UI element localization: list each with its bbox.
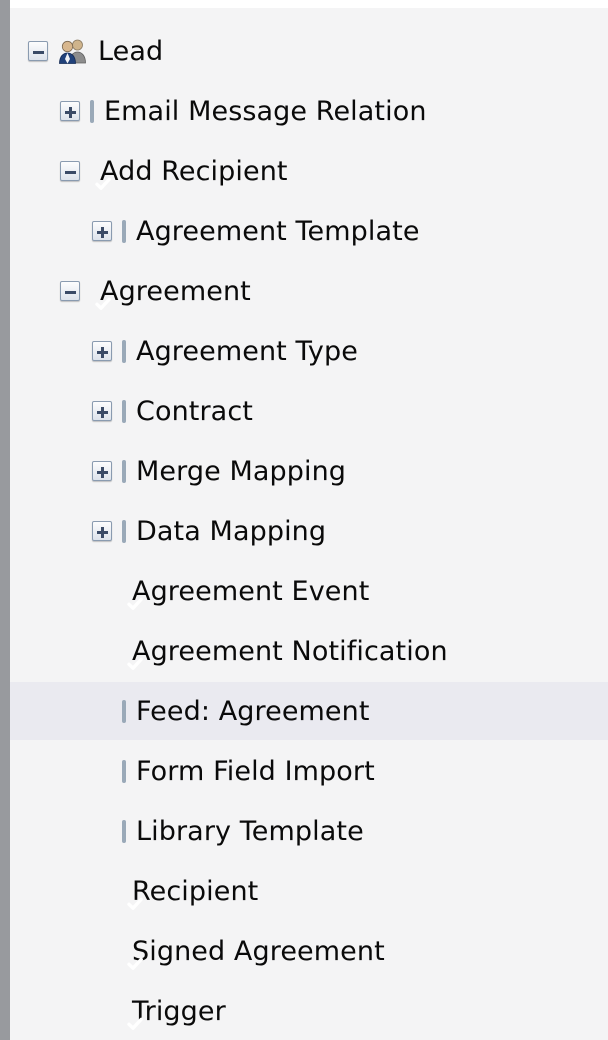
tree-node-label: Agreement Event	[132, 575, 370, 607]
tree-node-label: Email Message Relation	[104, 95, 427, 127]
users-icon-glyph	[58, 38, 88, 64]
grid-icon	[122, 219, 126, 243]
expand-node-icon[interactable]	[92, 461, 112, 481]
grid-icon	[122, 399, 126, 423]
tree-node-label: Feed: Agreement	[136, 695, 370, 727]
collapse-node-icon[interactable]	[60, 161, 80, 181]
tree-node-label: Add Recipient	[100, 155, 288, 187]
tree-node-label: Signed Agreement	[132, 935, 385, 967]
tree-node[interactable]: Form Field Import	[10, 742, 608, 800]
grid-icon	[122, 339, 126, 363]
tree-node[interactable]: Agreement Notification	[10, 622, 608, 680]
grid-icon-glyph	[122, 339, 126, 363]
tree-node[interactable]: Agreement Template	[10, 202, 608, 260]
grid-icon	[122, 819, 126, 843]
tree-node-label: Lead	[98, 35, 164, 67]
tree-node[interactable]: Trigger	[10, 982, 608, 1040]
grid-icon-glyph	[122, 519, 126, 543]
grid-icon-glyph	[122, 219, 126, 243]
tree-node-label: Form Field Import	[136, 755, 375, 787]
collapse-node-icon[interactable]	[28, 41, 48, 61]
tree-node-label: Library Template	[136, 815, 364, 847]
tree-node[interactable]: Lead	[10, 22, 608, 80]
expand-node-icon[interactable]	[92, 221, 112, 241]
tree-node-label: Merge Mapping	[136, 455, 347, 487]
tree-node-label: Agreement Notification	[132, 635, 448, 667]
grid-icon	[122, 459, 126, 483]
tree-node[interactable]: Email Message Relation	[10, 82, 608, 140]
grid-icon-glyph	[122, 759, 126, 783]
grid-icon-glyph	[122, 459, 126, 483]
grid-icon	[122, 519, 126, 543]
tree-node[interactable]: Agreement	[10, 262, 608, 320]
grid-icon	[122, 699, 126, 723]
grid-icon	[90, 99, 94, 123]
tree-viewport: Lead Email Message Relation Add Recipient A…	[0, 0, 608, 1040]
tree-node[interactable]: Add Recipient	[10, 142, 608, 200]
expand-node-icon[interactable]	[60, 101, 80, 121]
tree-node[interactable]: Agreement Type	[10, 322, 608, 380]
tree-node-label: Recipient	[132, 875, 259, 907]
grid-icon-glyph	[122, 699, 126, 723]
object-relationship-tree: Lead Email Message Relation Add Recipient A…	[10, 8, 608, 1040]
tree-node-label: Agreement Type	[136, 335, 358, 367]
tree-node[interactable]: Merge Mapping	[10, 442, 608, 500]
grid-icon	[122, 759, 126, 783]
users-icon	[58, 38, 88, 64]
tree-node-label: Agreement Template	[136, 215, 420, 247]
grid-icon-glyph	[90, 99, 94, 123]
tree-node[interactable]: Data Mapping	[10, 502, 608, 560]
vertical-scrollbar[interactable]	[0, 0, 10, 1040]
tree-node-label: Data Mapping	[136, 515, 327, 547]
tree-node[interactable]: Signed Agreement	[10, 922, 608, 980]
tree-node-label: Contract	[136, 395, 253, 427]
grid-icon-glyph	[122, 399, 126, 423]
expand-node-icon[interactable]	[92, 341, 112, 361]
collapse-node-icon[interactable]	[60, 281, 80, 301]
expand-node-icon[interactable]	[92, 401, 112, 421]
tree-node[interactable]: Feed: Agreement	[10, 682, 608, 740]
tree-node-label: Agreement	[100, 275, 251, 307]
tree-node[interactable]: Library Template	[10, 802, 608, 860]
grid-icon-glyph	[122, 819, 126, 843]
tree-node[interactable]: Agreement Event	[10, 562, 608, 620]
expand-node-icon[interactable]	[92, 521, 112, 541]
tree-node[interactable]: Contract	[10, 382, 608, 440]
tree-node[interactable]: Recipient	[10, 862, 608, 920]
